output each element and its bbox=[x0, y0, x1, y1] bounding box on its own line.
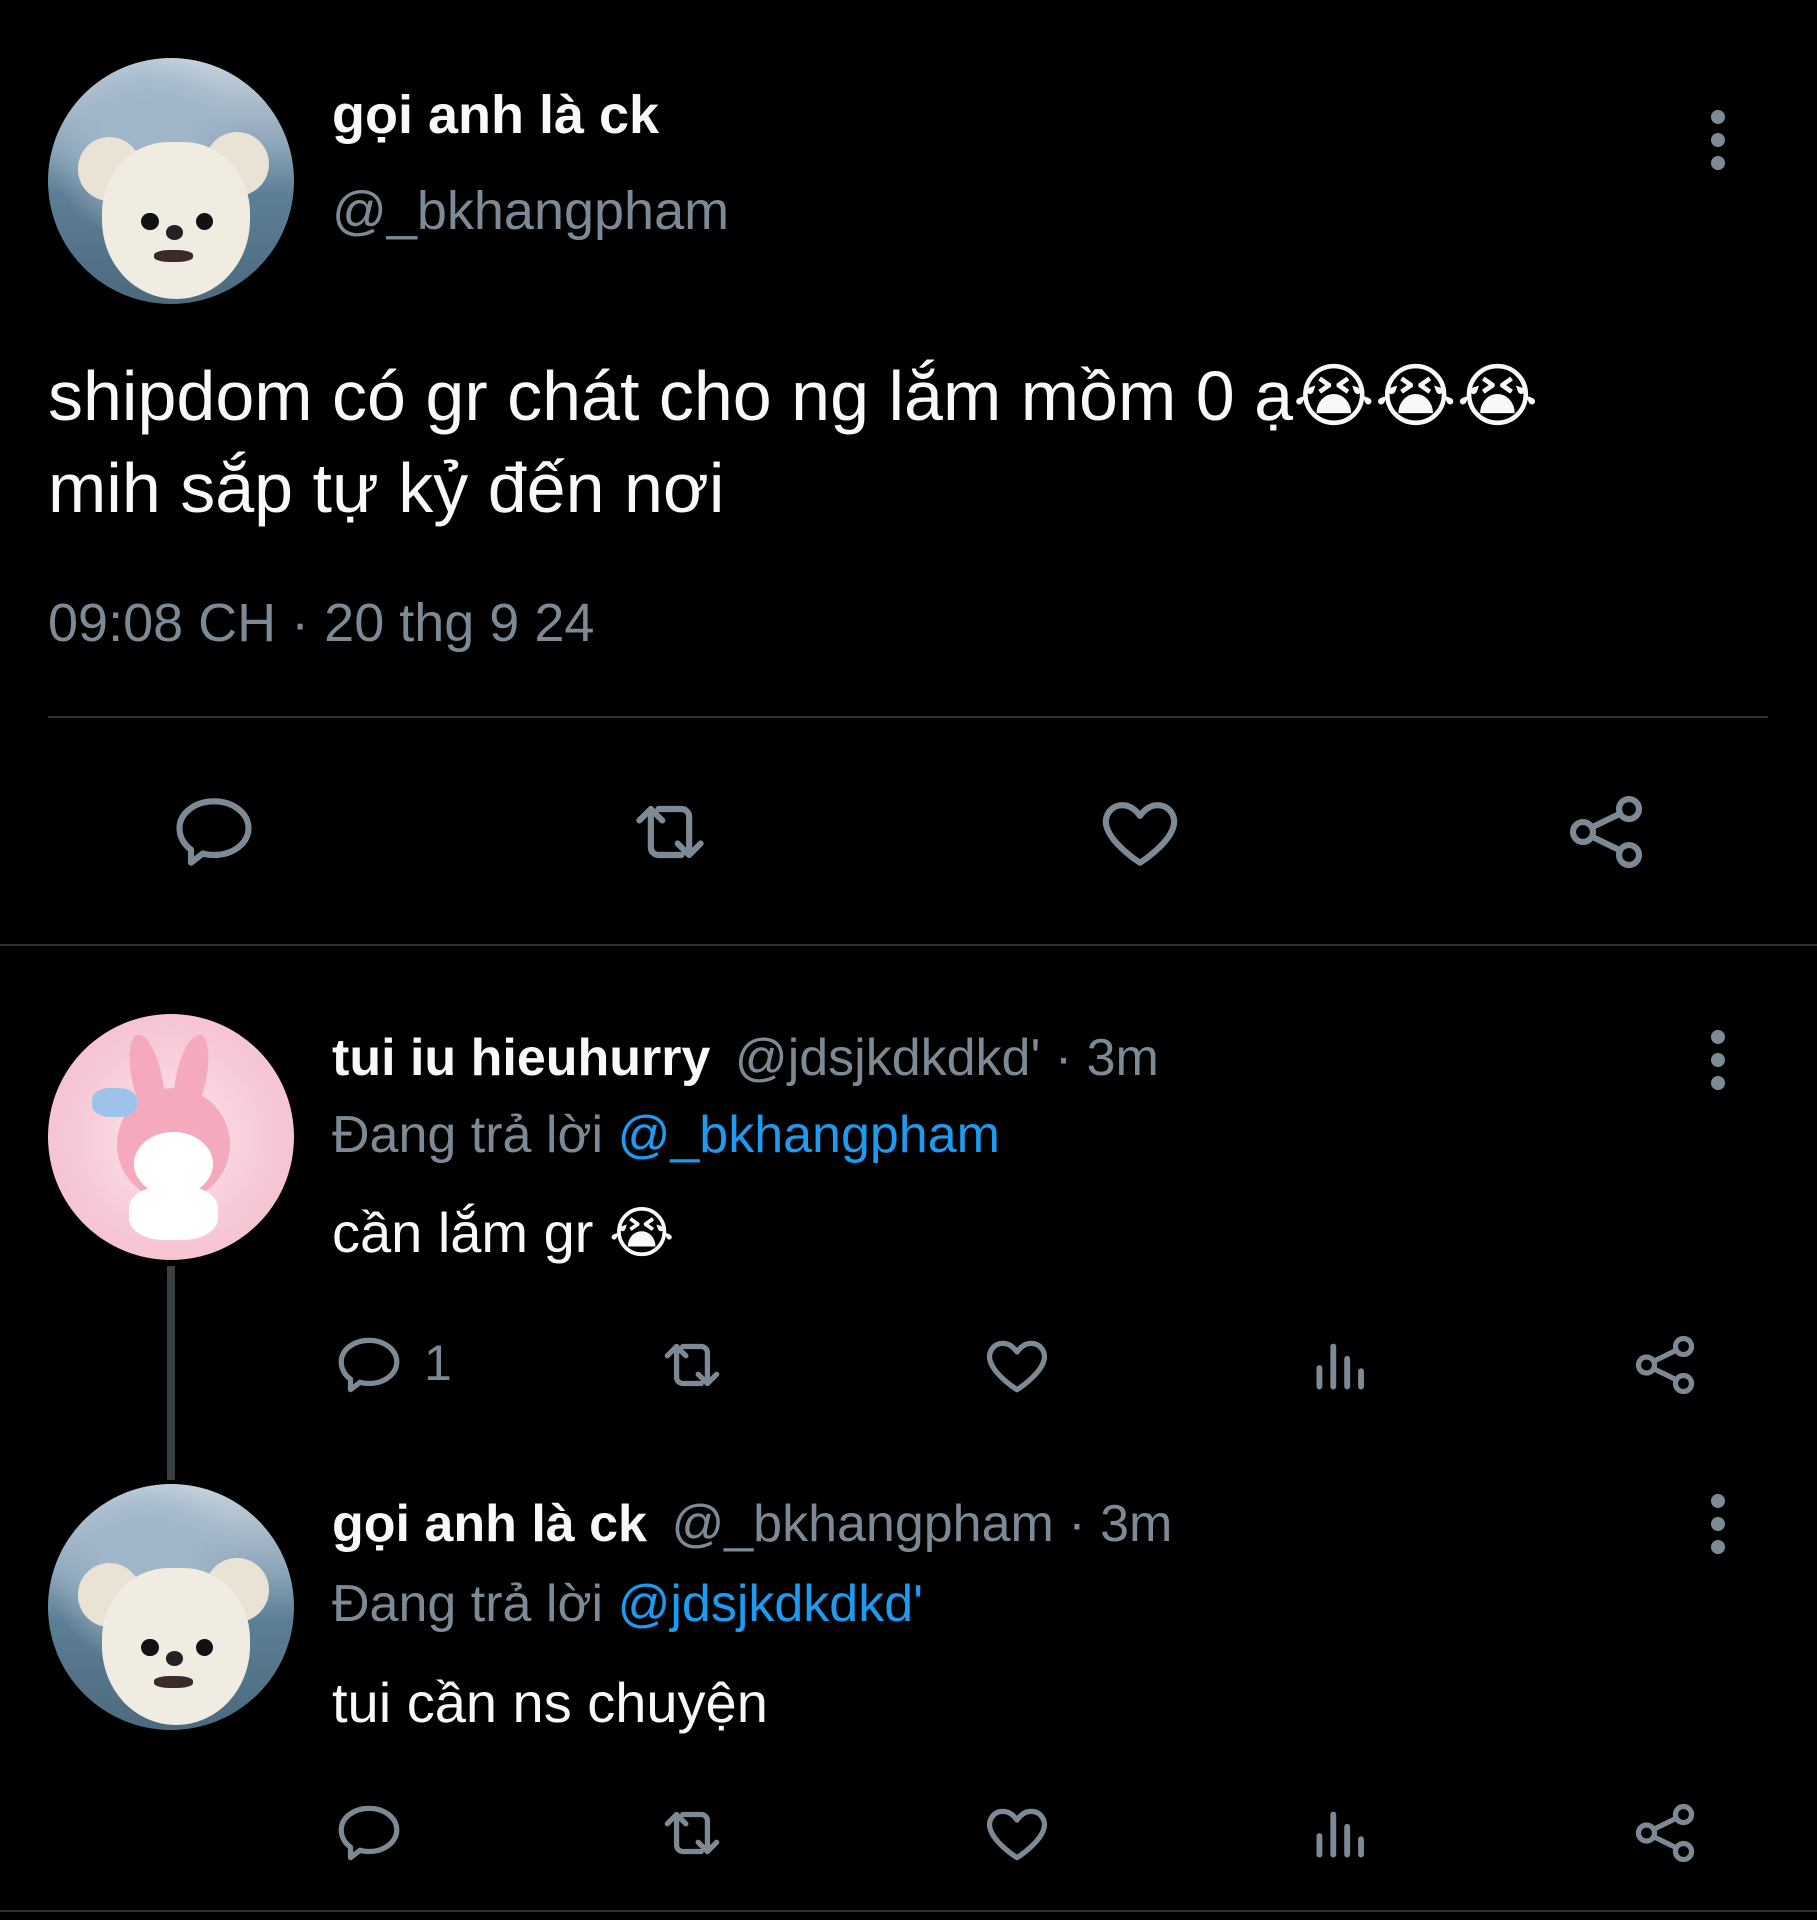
reply-text: tui cần ns chuyện bbox=[332, 1671, 768, 1734]
replying-to-link[interactable]: @jdsjkdkdkd' bbox=[618, 1575, 924, 1633]
header-separator: · bbox=[1068, 1495, 1086, 1553]
heart-icon[interactable] bbox=[1094, 786, 1186, 878]
heart-icon[interactable] bbox=[980, 1328, 1054, 1402]
reply-icon[interactable] bbox=[168, 786, 260, 878]
author-handle[interactable]: @_bkhangpham bbox=[332, 180, 729, 242]
tweet-timestamp[interactable]: 09:08 CH · 20 thg 9 24 bbox=[48, 592, 594, 654]
replying-to: Đang trả lời @_bkhangpham bbox=[332, 1105, 1000, 1165]
tweet-time: 09:08 CH bbox=[48, 593, 277, 653]
divider bbox=[48, 716, 1768, 718]
tweet-date: 20 thg 9 24 bbox=[324, 593, 595, 653]
heart-icon[interactable] bbox=[980, 1796, 1054, 1870]
share-icon[interactable] bbox=[1628, 1796, 1702, 1870]
retweet-icon[interactable] bbox=[624, 786, 716, 878]
section-divider bbox=[0, 944, 1817, 946]
retweet-icon[interactable] bbox=[655, 1328, 729, 1402]
tweet-text-line2: mih sắp tự kỷ đến nơi bbox=[48, 449, 725, 527]
more-options-icon[interactable] bbox=[1708, 1030, 1728, 1099]
reply-display-name[interactable]: tui iu hieuhurry bbox=[332, 1029, 710, 1087]
analytics-icon[interactable] bbox=[1304, 1328, 1378, 1402]
tweet-text-line1: shipdom có gr chát cho ng lắm mồm 0 ạ bbox=[48, 357, 1294, 435]
timestamp-separator: · bbox=[291, 593, 310, 653]
reply-text-content: cần lắm gr bbox=[332, 1201, 594, 1264]
tweet-text: shipdom có gr chát cho ng lắm mồm 0 ạ😭😭😭… bbox=[48, 350, 1768, 534]
crying-emoji-icon: 😭😭😭 bbox=[1293, 357, 1539, 435]
reply-count: 1 bbox=[424, 1335, 452, 1391]
reply-header: gọi anh là ck @_bkhangpham · 3m bbox=[332, 1494, 1172, 1554]
reply-time: 3m bbox=[1086, 1029, 1159, 1087]
reply-avatar[interactable] bbox=[48, 1484, 294, 1730]
reply-handle[interactable]: @jdsjkdkdkd' bbox=[735, 1029, 1041, 1087]
bottom-divider bbox=[0, 1910, 1817, 1912]
replying-prefix: Đang trả lời bbox=[332, 1106, 604, 1164]
more-options-icon[interactable] bbox=[1708, 1494, 1728, 1563]
replying-to-link[interactable]: @_bkhangpham bbox=[618, 1106, 1000, 1164]
author-avatar[interactable] bbox=[48, 58, 294, 304]
header-separator: · bbox=[1054, 1029, 1073, 1087]
more-options-icon[interactable] bbox=[1708, 110, 1728, 179]
reply-display-name[interactable]: gọi anh là ck bbox=[332, 1495, 647, 1553]
share-icon[interactable] bbox=[1628, 1328, 1702, 1402]
thread-line bbox=[167, 1266, 175, 1480]
replying-to: Đang trả lời @jdsjkdkdkd' bbox=[332, 1574, 923, 1634]
reply-time: 3m bbox=[1100, 1495, 1173, 1553]
reply-header: tui iu hieuhurry @jdsjkdkdkd' · 3m bbox=[332, 1028, 1159, 1088]
reply-handle[interactable]: @_bkhangpham bbox=[671, 1495, 1053, 1553]
crying-emoji-icon: 😭 bbox=[609, 1201, 675, 1264]
author-display-name[interactable]: gọi anh là ck bbox=[332, 84, 659, 146]
retweet-icon[interactable] bbox=[655, 1796, 729, 1870]
analytics-icon[interactable] bbox=[1304, 1796, 1378, 1870]
reply-text: cần lắm gr 😭 bbox=[332, 1200, 674, 1266]
replying-prefix: Đang trả lời bbox=[332, 1575, 604, 1633]
share-icon[interactable] bbox=[1560, 786, 1652, 878]
reply-icon[interactable] bbox=[332, 1328, 406, 1402]
reply-avatar[interactable] bbox=[48, 1014, 294, 1260]
reply-icon[interactable] bbox=[332, 1796, 406, 1870]
